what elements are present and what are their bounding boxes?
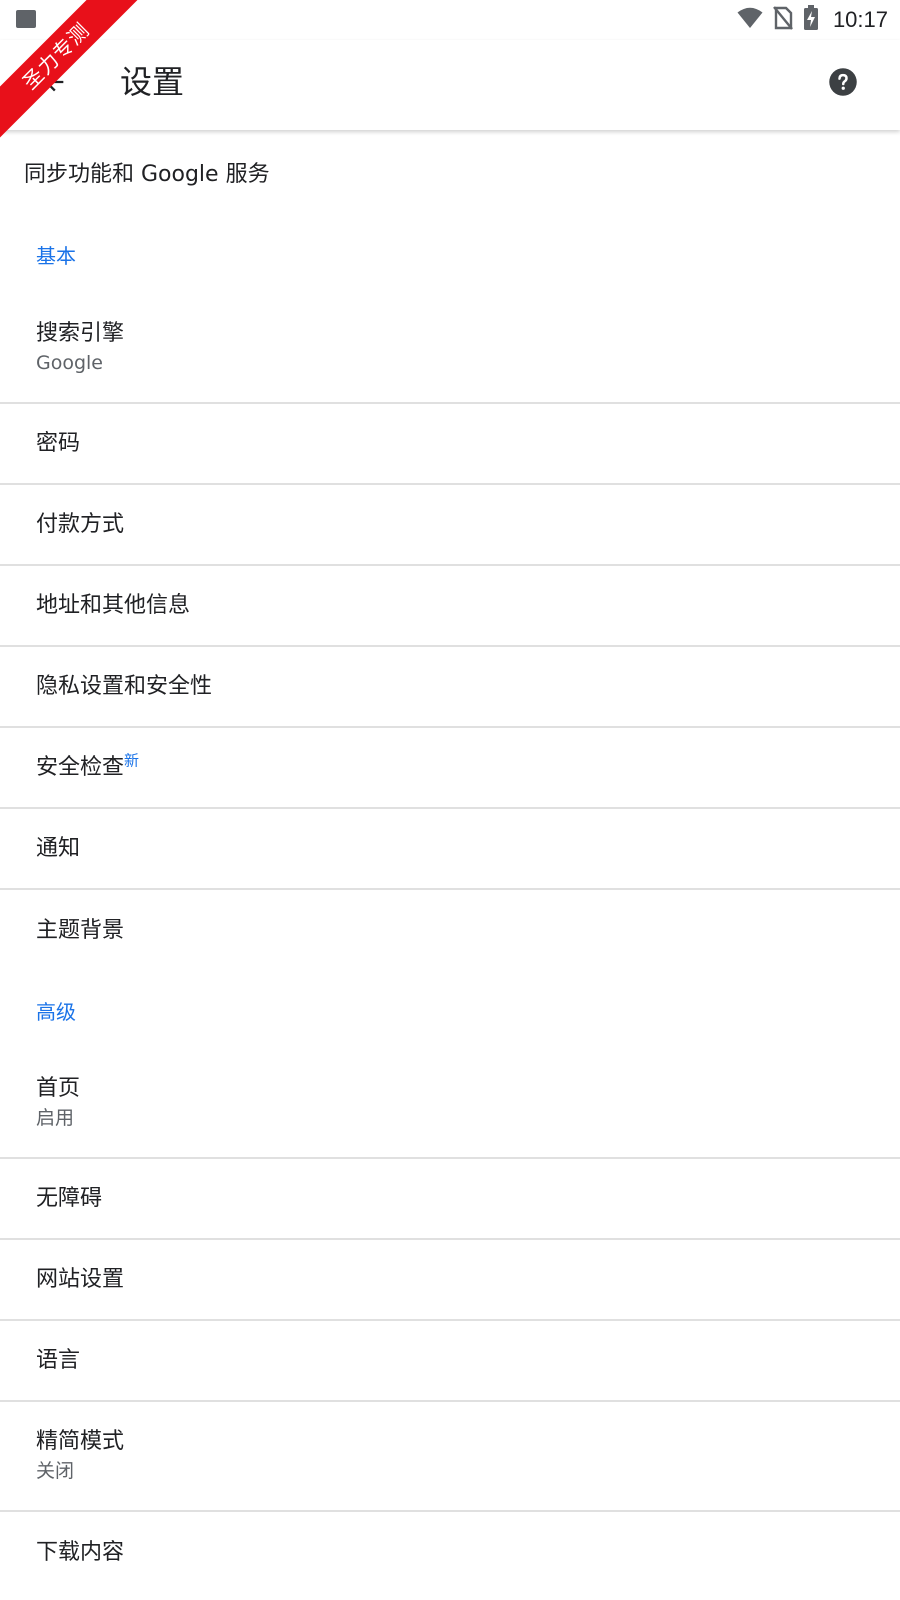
item-title: 通知 [36,835,81,861]
app-bar: 设置 [0,40,900,130]
section-header-basic: 基本 [36,243,76,268]
item-subtitle: 关闭 [36,1460,75,1482]
settings-item-addresses[interactable]: 地址和其他信息 [0,566,900,647]
item-title: 付款方式 [36,511,125,537]
settings-item-passwords[interactable]: 密码 [0,404,900,485]
item-title: 地址和其他信息 [36,592,191,618]
settings-item-lite-mode[interactable]: 精简模式 关闭 [0,1402,900,1512]
section-header-advanced: 高级 [36,999,76,1024]
item-title: 首页 [36,1076,81,1101]
item-title: 精简模式 [36,1429,125,1454]
sync-services-label: 同步功能和 Google 服务 [24,162,270,187]
wifi-icon [737,7,763,33]
item-title: 隐私设置和安全性 [36,673,213,699]
sync-services-item[interactable]: 同步功能和 Google 服务 [0,130,900,214]
back-button[interactable] [30,60,78,108]
status-time: 10:17 [832,7,888,32]
settings-item-site-settings[interactable]: 网站设置 [0,1240,900,1321]
settings-item-privacy-security[interactable]: 隐私设置和安全性 [0,647,900,728]
notification-icon [16,10,36,28]
page-title: 设置 [120,63,185,101]
battery-charging-icon [803,5,819,35]
settings-item-languages[interactable]: 语言 [0,1321,900,1402]
item-title: 无障碍 [36,1185,103,1211]
item-subtitle: 启用 [36,1107,75,1129]
settings-item-homepage[interactable]: 首页 启用 [0,1049,900,1159]
status-icons: 10:17 [737,4,888,36]
settings-item-downloads[interactable]: 下载内容 [0,1512,900,1593]
item-title-wrap: 安全检查新 [36,753,900,783]
settings-item-safety-check[interactable]: 安全检查新 [0,728,900,809]
settings-item-theme[interactable]: 主题背景 [0,890,900,971]
item-title: 安全检查 [36,754,125,780]
item-title: 密码 [36,430,81,456]
status-bar: 10:17 [0,0,900,40]
help-icon [828,67,858,101]
item-title: 主题背景 [36,917,125,943]
arrow-back-icon [40,68,68,100]
new-badge: 新 [124,751,140,770]
help-button[interactable] [824,65,862,103]
item-title: 搜索引擎 [36,321,125,346]
settings-item-notifications[interactable]: 通知 [0,809,900,890]
item-title: 网站设置 [36,1266,125,1292]
settings-item-search-engine[interactable]: 搜索引擎 Google [0,294,900,404]
settings-item-accessibility[interactable]: 无障碍 [0,1159,900,1240]
item-subtitle: Google [36,352,104,374]
item-title: 下载内容 [36,1539,125,1565]
settings-item-payment-methods[interactable]: 付款方式 [0,485,900,566]
no-sim-icon [773,6,793,34]
settings-list: 同步功能和 Google 服务 基本 搜索引擎 Google 密码 付款方式 地… [0,130,900,1593]
item-title: 语言 [36,1347,81,1373]
